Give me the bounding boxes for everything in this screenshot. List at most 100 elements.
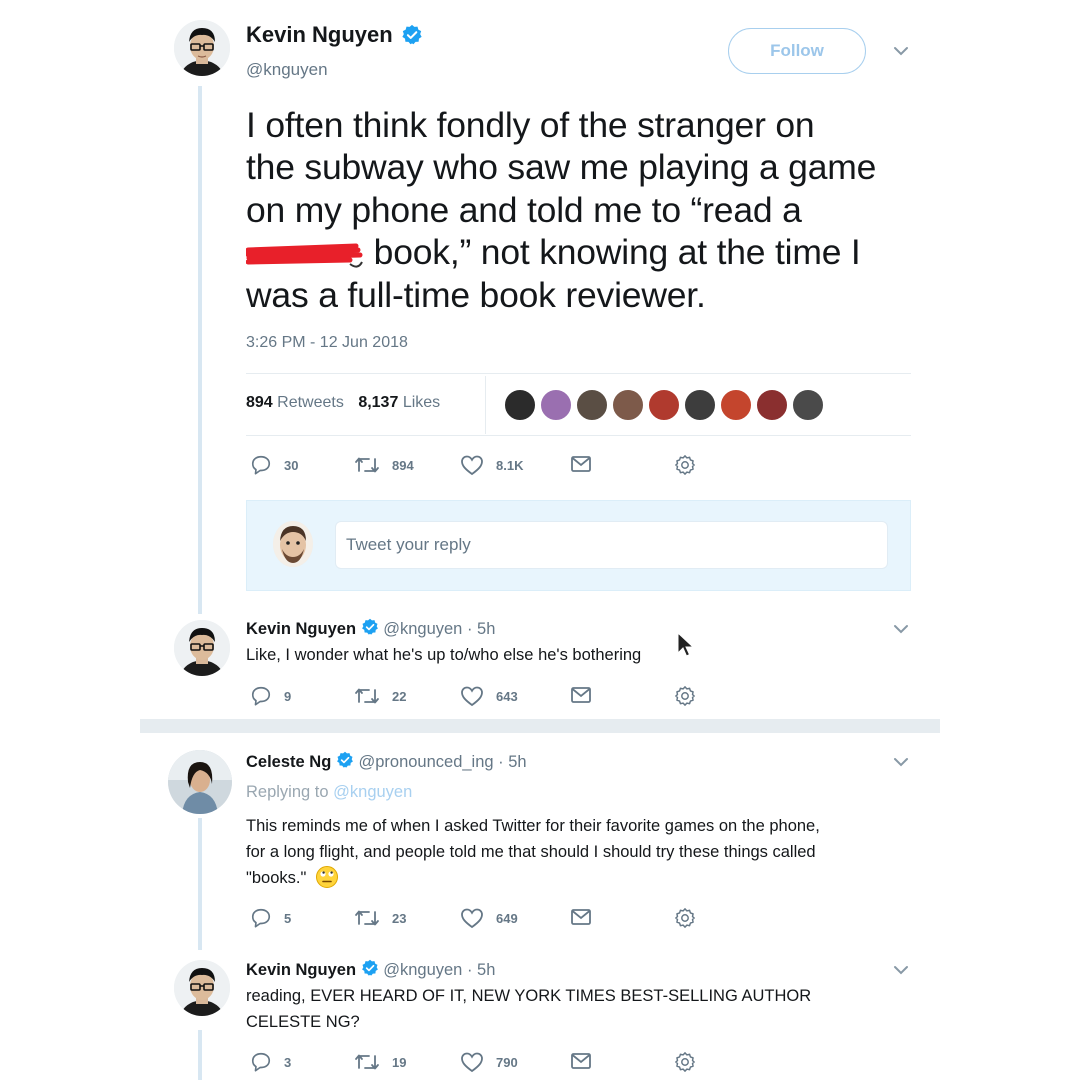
like-button[interactable]: 649 xyxy=(460,907,518,929)
retweets-label[interactable]: Retweets xyxy=(277,394,344,411)
retweet-count: 19 xyxy=(392,1054,407,1070)
envelope-icon xyxy=(570,685,592,705)
avatar[interactable] xyxy=(647,388,681,422)
retweet-count: 894 xyxy=(392,457,414,473)
direct-message-button[interactable] xyxy=(570,907,592,927)
follow-button[interactable]: Follow xyxy=(728,28,866,74)
reply-text-line: "books." xyxy=(246,869,307,887)
reply-text: This reminds me of when I asked Twitter … xyxy=(246,813,926,897)
retweet-button[interactable]: 19 xyxy=(354,1051,406,1073)
verified-badge-icon xyxy=(361,959,379,982)
analytics-button[interactable] xyxy=(674,685,696,707)
verified-badge-icon xyxy=(336,751,354,774)
tweet-stats: 894 Retweets 8,137 Likes xyxy=(246,394,440,412)
retweets-count[interactable]: 894 xyxy=(246,394,273,411)
direct-message-button[interactable] xyxy=(570,454,592,474)
reply-text-line: for a long flight, and people told me th… xyxy=(246,843,816,861)
thread-line xyxy=(198,818,202,950)
tweet-actions: 30 894 8.1K xyxy=(250,454,710,478)
like-button[interactable]: 790 xyxy=(460,1051,518,1073)
verified-badge-icon xyxy=(361,618,379,641)
author-handle[interactable]: @knguyen xyxy=(246,60,328,80)
reply-input[interactable]: Tweet your reply xyxy=(335,521,888,569)
like-button[interactable]: 8.1K xyxy=(460,454,523,476)
retweet-button[interactable]: 894 xyxy=(354,454,414,476)
avatar[interactable] xyxy=(719,388,753,422)
reply-text-line: This reminds me of when I asked Twitter … xyxy=(246,817,820,835)
like-count: 649 xyxy=(496,910,518,926)
tweet-text-line: book,” not knowing at the time I xyxy=(364,232,861,273)
avatar[interactable] xyxy=(503,388,537,422)
tweet-text-line: on my phone and told me to “read a xyxy=(246,189,802,230)
verified-badge-icon xyxy=(401,24,423,51)
reply-button[interactable]: 5 xyxy=(250,907,291,929)
avatar[interactable] xyxy=(611,388,645,422)
like-count: 643 xyxy=(496,688,518,704)
like-count: 790 xyxy=(496,1054,518,1070)
eye-roll-emoji-icon xyxy=(315,865,339,897)
avatar xyxy=(273,521,313,567)
retweet-button[interactable]: 23 xyxy=(354,907,406,929)
heart-icon xyxy=(460,907,484,929)
direct-message-button[interactable] xyxy=(570,1051,592,1071)
reply-icon xyxy=(250,1051,272,1073)
author-name[interactable]: Kevin Nguyen xyxy=(246,961,356,979)
reply-icon xyxy=(250,685,272,707)
author-name[interactable]: Kevin Nguyen xyxy=(246,22,393,47)
avatar[interactable] xyxy=(683,388,717,422)
retweet-count: 23 xyxy=(392,910,407,926)
tweet-text-line: I often think fondly of the stranger on xyxy=(246,105,815,145)
tweet-time[interactable]: · 5h xyxy=(498,753,526,771)
redaction-scribble xyxy=(243,235,364,268)
avatar[interactable] xyxy=(174,960,230,1016)
reply-button[interactable]: 30 xyxy=(250,454,298,476)
retweet-button[interactable]: 22 xyxy=(354,685,406,707)
replying-to-handle[interactable]: @knguyen xyxy=(333,783,412,801)
tweet-text-line: was a full-time book reviewer. xyxy=(246,274,706,315)
retweet-count: 22 xyxy=(392,688,407,704)
chevron-down-icon[interactable] xyxy=(892,963,910,982)
chevron-down-icon[interactable] xyxy=(892,622,910,641)
heart-icon xyxy=(460,454,484,476)
reply-button[interactable]: 9 xyxy=(250,685,291,707)
chevron-down-icon[interactable] xyxy=(892,755,910,774)
tweet-time[interactable]: · 5h xyxy=(467,961,495,979)
tweet-actions: 3 19 790 xyxy=(250,1051,710,1075)
divider xyxy=(246,373,911,374)
envelope-icon xyxy=(570,1051,592,1071)
analytics-button[interactable] xyxy=(674,454,696,476)
reply-text: reading, EVER HEARD OF IT, NEW YORK TIME… xyxy=(246,983,926,1035)
avatar[interactable] xyxy=(174,20,230,76)
likes-label[interactable]: Likes xyxy=(403,394,440,411)
reply-header: Celeste Ng @pronounced_ing · 5h xyxy=(246,751,527,774)
author-handle[interactable]: @knguyen xyxy=(383,961,462,979)
avatar[interactable] xyxy=(174,620,230,676)
analytics-button[interactable] xyxy=(674,1051,696,1073)
like-button[interactable]: 643 xyxy=(460,685,518,707)
replying-prefix: Replying to xyxy=(246,783,329,801)
envelope-icon xyxy=(570,454,592,474)
tweet-timestamp[interactable]: 3:26 PM - 12 Jun 2018 xyxy=(246,334,408,352)
direct-message-button[interactable] xyxy=(570,685,592,705)
avatar[interactable] xyxy=(539,388,573,422)
tweet-time[interactable]: · 5h xyxy=(467,620,495,638)
chevron-down-icon[interactable] xyxy=(892,44,910,63)
avatar[interactable] xyxy=(755,388,789,422)
stats-separator xyxy=(485,376,486,434)
author-name[interactable]: Kevin Nguyen xyxy=(246,620,356,638)
avatar[interactable] xyxy=(791,388,825,422)
author-name[interactable]: Celeste Ng xyxy=(246,753,331,771)
likes-count[interactable]: 8,137 xyxy=(358,394,398,411)
reply-count: 9 xyxy=(284,688,292,704)
author-handle[interactable]: @pronounced_ing xyxy=(358,753,493,771)
tweet-text-line: the subway who saw me playing a game xyxy=(246,147,877,188)
divider xyxy=(246,435,911,436)
tweet-text: I often think fondly of the stranger on … xyxy=(243,104,926,316)
analytics-button[interactable] xyxy=(674,907,696,929)
heart-icon xyxy=(460,685,484,707)
avatar[interactable] xyxy=(575,388,609,422)
avatar[interactable] xyxy=(168,750,232,814)
thread-line xyxy=(198,1030,202,1080)
reply-button[interactable]: 3 xyxy=(250,1051,291,1073)
author-handle[interactable]: @knguyen xyxy=(383,620,462,638)
